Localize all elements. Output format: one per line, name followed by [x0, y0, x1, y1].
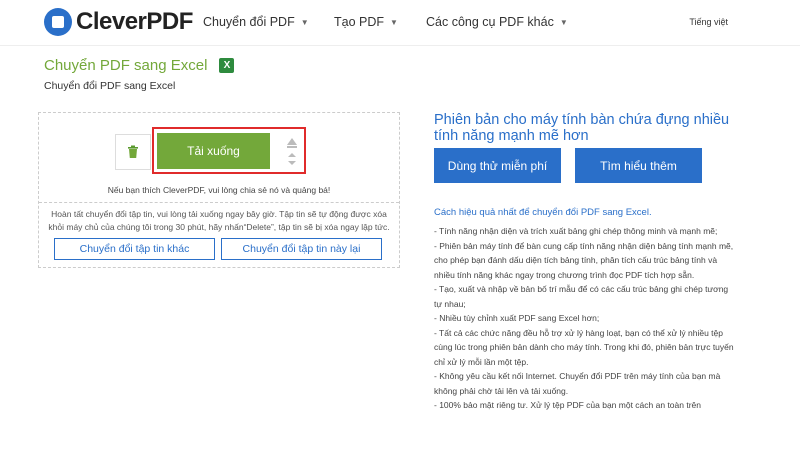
divider [39, 202, 399, 203]
tip-item: - Phiên bản máy tính để bàn cung cấp tín… [434, 240, 734, 280]
nav-label: Chuyển đổi PDF [203, 15, 295, 29]
try-free-button[interactable]: Dùng thử miễn phí [434, 148, 561, 183]
convert-other-file-button[interactable]: Chuyển đổi tập tin khác [54, 238, 215, 260]
page-subtitle: Chuyển đổi PDF sang Excel [44, 80, 176, 92]
conversion-complete-note: Hoàn tất chuyển đổi tập tin, vui lòng tả… [48, 209, 390, 232]
convert-again-button[interactable]: Chuyển đổi tập tin này lại [221, 238, 382, 260]
page-title: Chuyển PDF sang Excel X [44, 57, 235, 74]
tip-item: - Không yêu cầu kết nối Internet. Chuyển… [434, 371, 721, 396]
tip-item: - Tất cả các chức năng đều hỗ trợ xử lý … [434, 327, 734, 367]
chevron-down-icon: ▼ [390, 17, 398, 27]
excel-icon: X [219, 58, 235, 73]
download-button[interactable]: Tải xuống [157, 133, 270, 169]
tips-list: - Tính năng nhận diện và trích xuất bảng… [434, 224, 734, 413]
site-header: CleverPDF Chuyển đổi PDF ▼ Tạo PDF ▼ Các… [0, 0, 800, 46]
nav-other-tools[interactable]: Các công cụ PDF khác ▼ [426, 15, 568, 29]
cloud-upload-icon[interactable] [286, 137, 298, 149]
desktop-promo-title: Phiên bản cho máy tính bàn chứa đựng nhi… [434, 112, 730, 144]
tips-title[interactable]: Cách hiệu quả nhất để chuyển đổi PDF san… [434, 207, 652, 218]
expand-icon[interactable] [286, 153, 298, 165]
result-panel: Tải xuống Nếu bạn thích CleverPDF, vui l… [38, 112, 400, 268]
tip-item: - Tính năng nhận diện và trích xuất bảng… [434, 226, 718, 236]
nav-convert-pdf[interactable]: Chuyển đổi PDF ▼ [203, 15, 309, 29]
page-title-text: Chuyển PDF sang Excel [44, 57, 208, 74]
trash-icon [128, 145, 138, 158]
tip-item: - Tạo, xuất và nhập về bản bố trí mẫu để… [434, 284, 729, 309]
nav-label: Tạo PDF [334, 15, 385, 29]
logo-text: CleverPDF [76, 8, 193, 35]
nav-label: Các công cụ PDF khác [426, 15, 554, 29]
tip-item: - 100% bảo mật riêng tư. Xử lý tệp PDF c… [434, 400, 701, 410]
learn-more-button[interactable]: Tìm hiểu thêm [575, 148, 702, 183]
logo[interactable]: CleverPDF [44, 8, 193, 36]
side-actions [286, 137, 300, 167]
nav-create-pdf[interactable]: Tạo PDF ▼ [334, 15, 398, 29]
cleverpdf-logo-icon [44, 8, 72, 36]
tip-item: - Nhiều tùy chỉnh xuất PDF sang Excel hơ… [434, 313, 600, 323]
chevron-down-icon: ▼ [559, 17, 568, 27]
share-note: Nếu bạn thích CleverPDF, vui lòng chia s… [107, 185, 331, 195]
chevron-down-icon: ▼ [300, 17, 309, 27]
language-selector[interactable]: Tiếng việt [689, 17, 728, 27]
delete-button[interactable] [115, 134, 151, 170]
